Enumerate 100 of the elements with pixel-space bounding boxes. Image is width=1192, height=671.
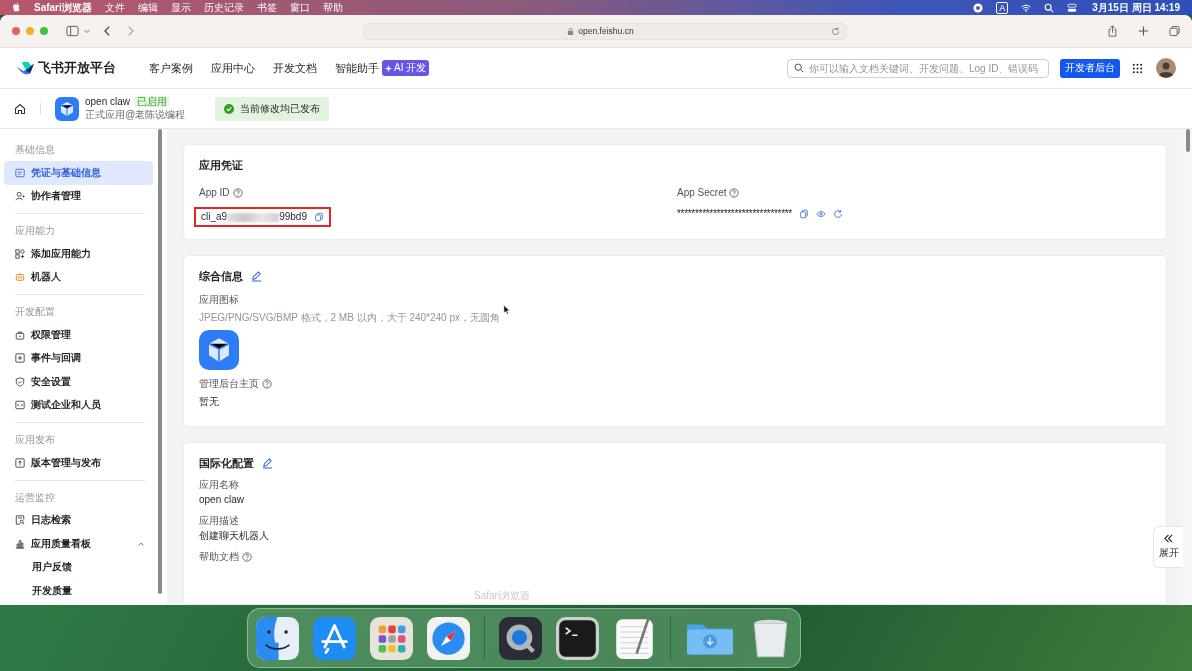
search-icon[interactable]	[1044, 2, 1055, 13]
sidebar-item[interactable]: 添加应用能力	[4, 242, 153, 266]
nav-link[interactable]: 开发文档	[273, 60, 317, 76]
home-icon[interactable]	[14, 102, 26, 115]
wifi-icon[interactable]	[1021, 2, 1032, 13]
terminal-icon[interactable]	[556, 616, 599, 660]
check-circle-icon	[224, 103, 235, 114]
double-chevron-left-icon	[1163, 534, 1174, 543]
search-icon	[794, 63, 804, 73]
reload-icon[interactable]	[831, 26, 840, 36]
blurred-text	[227, 212, 280, 222]
section-title: 运营监控	[14, 490, 56, 505]
input-source-indicator[interactable]: A	[996, 1, 1009, 14]
field-label: 帮助文档	[199, 550, 239, 563]
tabs-icon[interactable]	[1169, 25, 1180, 37]
sidebar-item[interactable]: 机器人	[4, 265, 153, 289]
finder-icon[interactable]	[256, 616, 299, 660]
sidebar-item[interactable]: 测试企业和人员	[4, 393, 153, 417]
sidebar-item[interactable]: 事件与回调	[4, 346, 153, 370]
section-title: 开发配置	[14, 305, 56, 319]
field-label: App ID	[199, 187, 230, 200]
launchpad-icon[interactable]	[370, 616, 413, 660]
document-search-icon	[15, 515, 25, 526]
scrollbar[interactable]	[1185, 129, 1190, 152]
sidebar-item[interactable]: 日志检索	[4, 508, 153, 532]
apple-icon[interactable]	[12, 2, 21, 13]
edit-icon[interactable]	[262, 458, 273, 470]
app-id-suffix: 99bd9	[279, 211, 307, 224]
status-tag: 已启用	[135, 95, 170, 107]
eye-icon[interactable]	[815, 209, 826, 220]
section-title: 应用发布	[14, 433, 56, 447]
shield-icon	[15, 376, 25, 387]
scrollbar[interactable]	[158, 129, 162, 594]
menu-item[interactable]: 历史记录	[203, 1, 244, 14]
nav-link[interactable]: 客户案例	[149, 60, 193, 76]
field-value: open claw	[199, 493, 246, 506]
help-icon[interactable]	[262, 379, 272, 390]
menu-item[interactable]: 帮助	[322, 1, 343, 14]
notice-text: 当前修改均已发布	[240, 101, 321, 116]
help-icon[interactable]	[242, 551, 252, 562]
share-icon[interactable]	[1107, 25, 1118, 37]
avatar[interactable]	[1156, 58, 1176, 78]
menu-item[interactable]: 书签	[256, 1, 277, 14]
app-menu[interactable]: Safari浏览器	[34, 1, 92, 14]
grid-plus-icon	[15, 248, 25, 259]
sidebar-item[interactable]: 安全设置	[4, 370, 153, 394]
help-icon[interactable]	[729, 188, 740, 199]
nav-link[interactable]: 应用中心	[211, 60, 255, 76]
search-field[interactable]: 你可以输入文档关键词、开发问题、Log ID、错误码	[787, 58, 1049, 78]
card-title: 综合信息	[199, 270, 243, 284]
cursor-icon	[503, 304, 510, 316]
clock[interactable]: 3月15日 周日 14:19	[1092, 1, 1180, 14]
sidebar-item[interactable]: 开发质量	[4, 579, 153, 603]
hint-text: JPEG/PNG/SVG/BMP 格式，2 MB 以内，大于 240*240 px，无圆角	[199, 312, 501, 325]
logo-icon[interactable]	[16, 60, 35, 76]
logo-text[interactable]: 飞书开放平台	[38, 59, 116, 77]
zoom-button[interactable]	[40, 27, 48, 35]
refresh-icon[interactable]	[832, 209, 843, 220]
upload-box-icon	[15, 457, 25, 468]
apps-grid-icon[interactable]	[1132, 62, 1143, 74]
sidebar-item[interactable]: 版本管理与发布	[4, 451, 153, 475]
edit-icon[interactable]	[251, 271, 262, 283]
quicktime-icon[interactable]	[499, 616, 542, 660]
field-label: 应用描述	[199, 514, 239, 527]
section-title: 应用能力	[14, 224, 56, 238]
sidebar-item[interactable]: 协作者管理	[4, 184, 153, 208]
sidebar-item[interactable]: 用户反馈	[4, 555, 153, 579]
card-title: 应用凭证	[199, 159, 244, 173]
sidebar-item[interactable]: 应用质量看板	[4, 532, 153, 556]
card-title: 国际化配置	[199, 457, 254, 471]
console-button[interactable]: 开发者后台	[1060, 58, 1120, 78]
menu-item[interactable]: 窗口	[289, 1, 310, 14]
menu-item[interactable]: 编辑	[137, 1, 158, 14]
url-text: open.feishu.cn	[578, 26, 634, 36]
control-center-icon[interactable]	[1067, 2, 1078, 13]
record-icon[interactable]	[973, 2, 984, 13]
plus-icon[interactable]	[1138, 25, 1149, 37]
lock-icon	[15, 329, 25, 340]
field-value: 暂无	[199, 396, 220, 409]
address-bar[interactable]: open.feishu.cn	[363, 22, 847, 40]
expand-button[interactable]: 展开	[1153, 526, 1183, 568]
copy-icon[interactable]	[313, 212, 324, 223]
sidebar-item[interactable]: 权限管理	[4, 323, 153, 347]
cube-app-icon	[199, 330, 239, 371]
menu-item[interactable]: 文件	[104, 1, 125, 14]
menu-item[interactable]: 显示	[170, 1, 191, 14]
app-store-icon[interactable]	[313, 616, 356, 660]
person-icon	[15, 191, 25, 202]
copy-icon[interactable]	[798, 209, 809, 220]
field-label: 应用图标	[199, 294, 239, 307]
cube-app-icon[interactable]	[55, 96, 79, 121]
text-editor-icon[interactable]	[613, 616, 656, 660]
robot-icon	[15, 272, 25, 283]
nav-link[interactable]: 智能助手 AI 开发	[335, 60, 430, 76]
field-label: 应用名称	[199, 478, 239, 491]
sidebar-item[interactable]: 凭证与基础信息	[4, 161, 153, 185]
help-icon[interactable]	[232, 188, 243, 199]
safari-icon[interactable]	[427, 616, 470, 660]
sidebar-icon[interactable]	[66, 25, 79, 37]
close-button[interactable]	[12, 27, 20, 35]
